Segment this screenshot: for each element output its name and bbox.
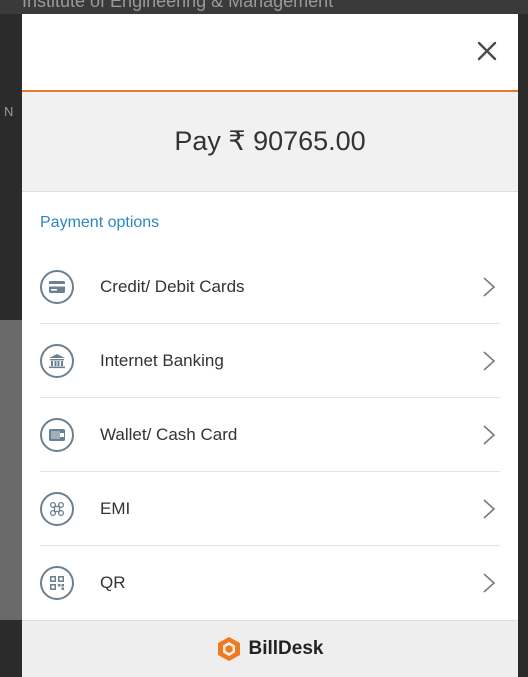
payment-modal: Pay ₹ 90765.00 Payment options Credit/ D… (22, 14, 518, 677)
option-label: QR (100, 573, 126, 592)
option-label: Internet Banking (100, 350, 224, 370)
payment-options-title: Payment options (40, 214, 160, 231)
billdesk-logo-icon (217, 637, 240, 661)
option-label: EMI (100, 498, 131, 518)
amount-value: 90765.00 (253, 126, 366, 156)
chevron-right-icon (483, 573, 496, 593)
close-icon (477, 41, 497, 61)
option-internet-banking[interactable]: Internet Banking (40, 324, 500, 398)
payment-options-list: Credit/ Debit Cards Internet Banking Wal… (40, 250, 500, 620)
option-emi[interactable]: EMI (40, 472, 500, 546)
credit-card-icon (40, 269, 74, 304)
background-left-band (0, 320, 22, 620)
background-left-mark: N (4, 104, 14, 119)
close-button[interactable] (468, 32, 506, 70)
emi-icon (40, 491, 74, 526)
billdesk-brand: BillDesk (248, 638, 324, 659)
currency-symbol: ₹ (228, 126, 246, 156)
option-label: Credit/ Debit Cards (100, 276, 245, 296)
chevron-right-icon (483, 276, 496, 297)
chevron-right-icon (483, 350, 496, 371)
option-qr[interactable]: QR (40, 546, 500, 620)
modal-footer: BillDesk (22, 620, 518, 677)
option-credit-debit-cards[interactable]: Credit/ Debit Cards (40, 250, 500, 324)
option-wallet-cash-card[interactable]: Wallet/ Cash Card (40, 398, 500, 472)
option-label: Wallet/ Cash Card (100, 424, 238, 444)
chevron-right-icon (483, 498, 496, 519)
background-top-text: Institute of Engineering & Management (22, 0, 334, 11)
modal-header (22, 14, 518, 92)
amount-bar: Pay ₹ 90765.00 (22, 92, 518, 192)
chevron-right-icon (483, 424, 496, 445)
wallet-icon (40, 417, 74, 452)
qr-code-icon (40, 566, 74, 600)
bank-icon (40, 343, 74, 378)
amount-prefix: Pay (174, 126, 221, 156)
background-right-edge (518, 14, 528, 677)
